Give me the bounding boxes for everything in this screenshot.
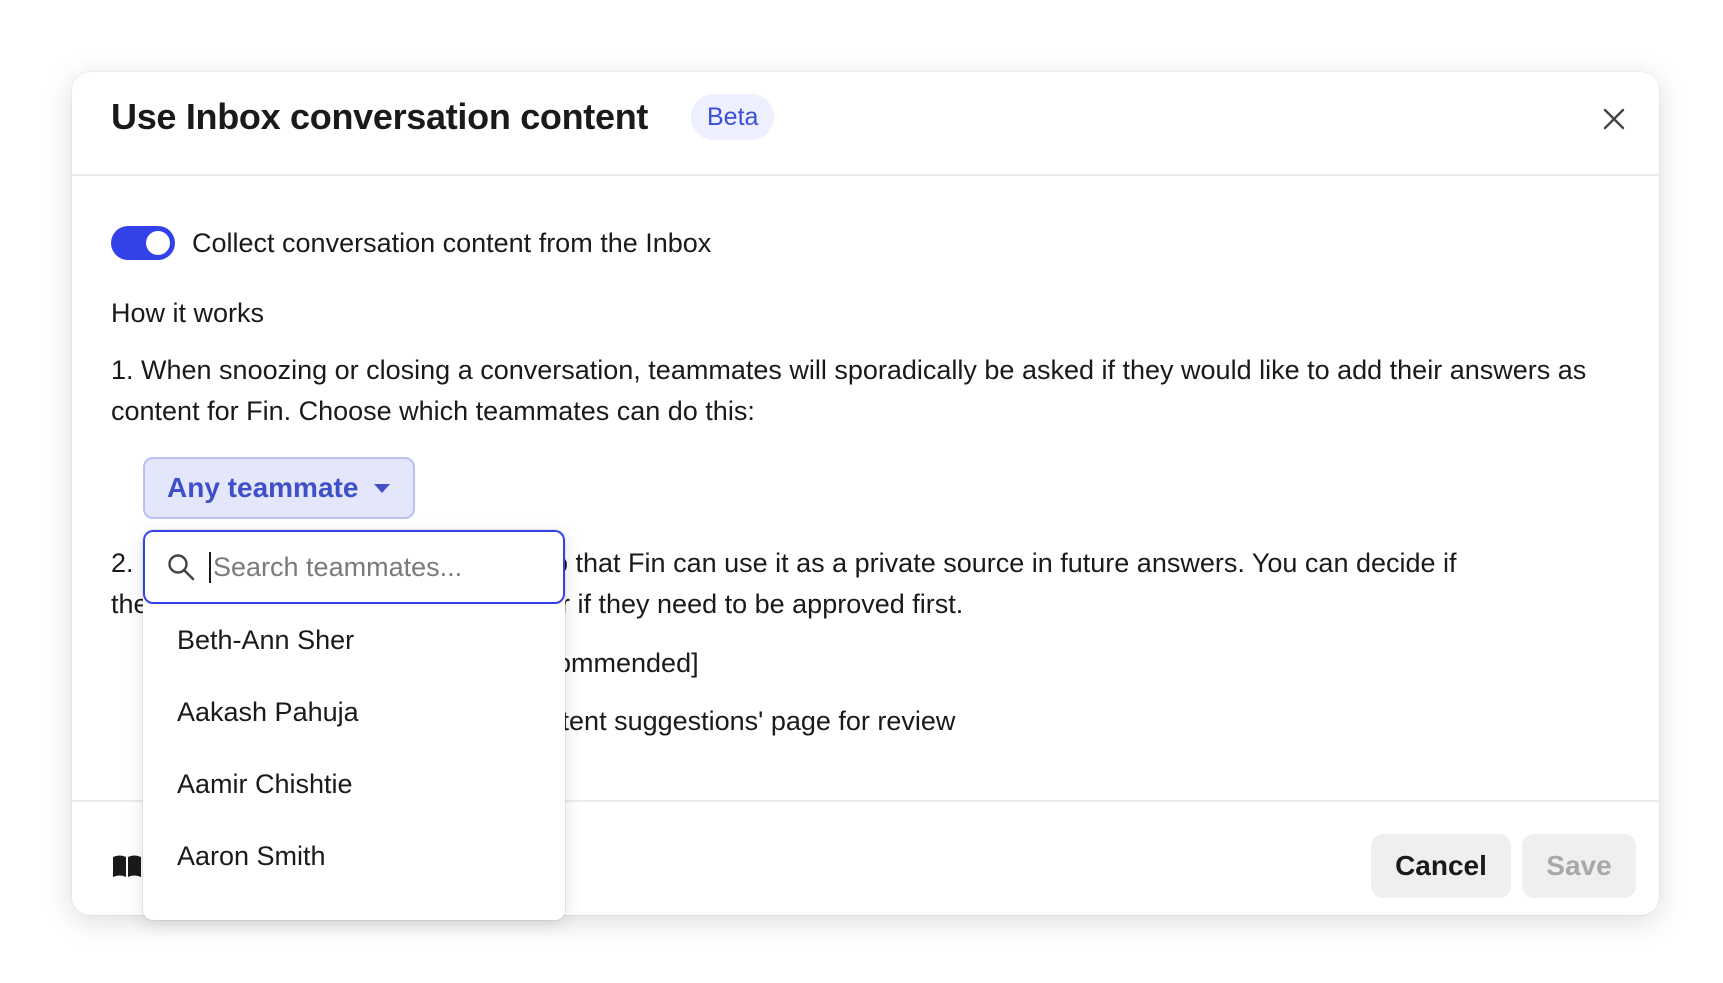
- close-icon: [1603, 108, 1625, 130]
- teammate-search-input[interactable]: [209, 551, 533, 583]
- close-button[interactable]: [1595, 100, 1633, 138]
- beta-badge: Beta: [691, 94, 775, 140]
- teammate-dropdown: Beth-Ann Sher Aakash Pahuja Aamir Chisht…: [143, 530, 565, 920]
- step-2-number: 2.: [111, 548, 134, 578]
- teammate-option[interactable]: Aaron Smith: [143, 820, 565, 892]
- save-button[interactable]: Save: [1522, 834, 1636, 898]
- collect-toggle-label: Collect conversation content from the In…: [192, 227, 712, 258]
- step-2-line2: or if they need to be approved first.: [546, 589, 964, 619]
- teammate-option[interactable]: Aakash Pahuja: [143, 676, 565, 748]
- collect-toggle-row: Collect conversation content from the In…: [111, 226, 711, 260]
- search-icon: [167, 553, 195, 581]
- step-1-text: 1. When snoozing or closing a conversati…: [111, 355, 1587, 426]
- teammate-select-value: Any teammate: [167, 472, 359, 503]
- teammate-select-button[interactable]: Any teammate: [143, 457, 415, 519]
- teammate-list: Beth-Ann Sher Aakash Pahuja Aamir Chisht…: [143, 604, 565, 892]
- step-2-line1: ts’ so that Fin can use it as a private …: [506, 548, 1457, 578]
- modal-header: Use Inbox conversation content Beta: [72, 72, 1659, 176]
- teammate-option[interactable]: Aamir Chishtie: [143, 748, 565, 820]
- collect-toggle[interactable]: [111, 226, 175, 260]
- option-review-label[interactable]: Content suggestions' page for review: [512, 706, 955, 737]
- modal-title: Use Inbox conversation content: [111, 96, 649, 137]
- caret-down-icon: [374, 483, 391, 493]
- book-icon: [113, 855, 141, 877]
- help-link[interactable]: [112, 854, 142, 883]
- toggle-knob: [146, 231, 170, 255]
- how-it-works-heading: How it works: [111, 298, 265, 328]
- teammate-search-box[interactable]: [143, 530, 565, 604]
- teammate-option[interactable]: Beth-Ann Sher: [143, 604, 565, 676]
- cancel-button[interactable]: Cancel: [1371, 834, 1511, 898]
